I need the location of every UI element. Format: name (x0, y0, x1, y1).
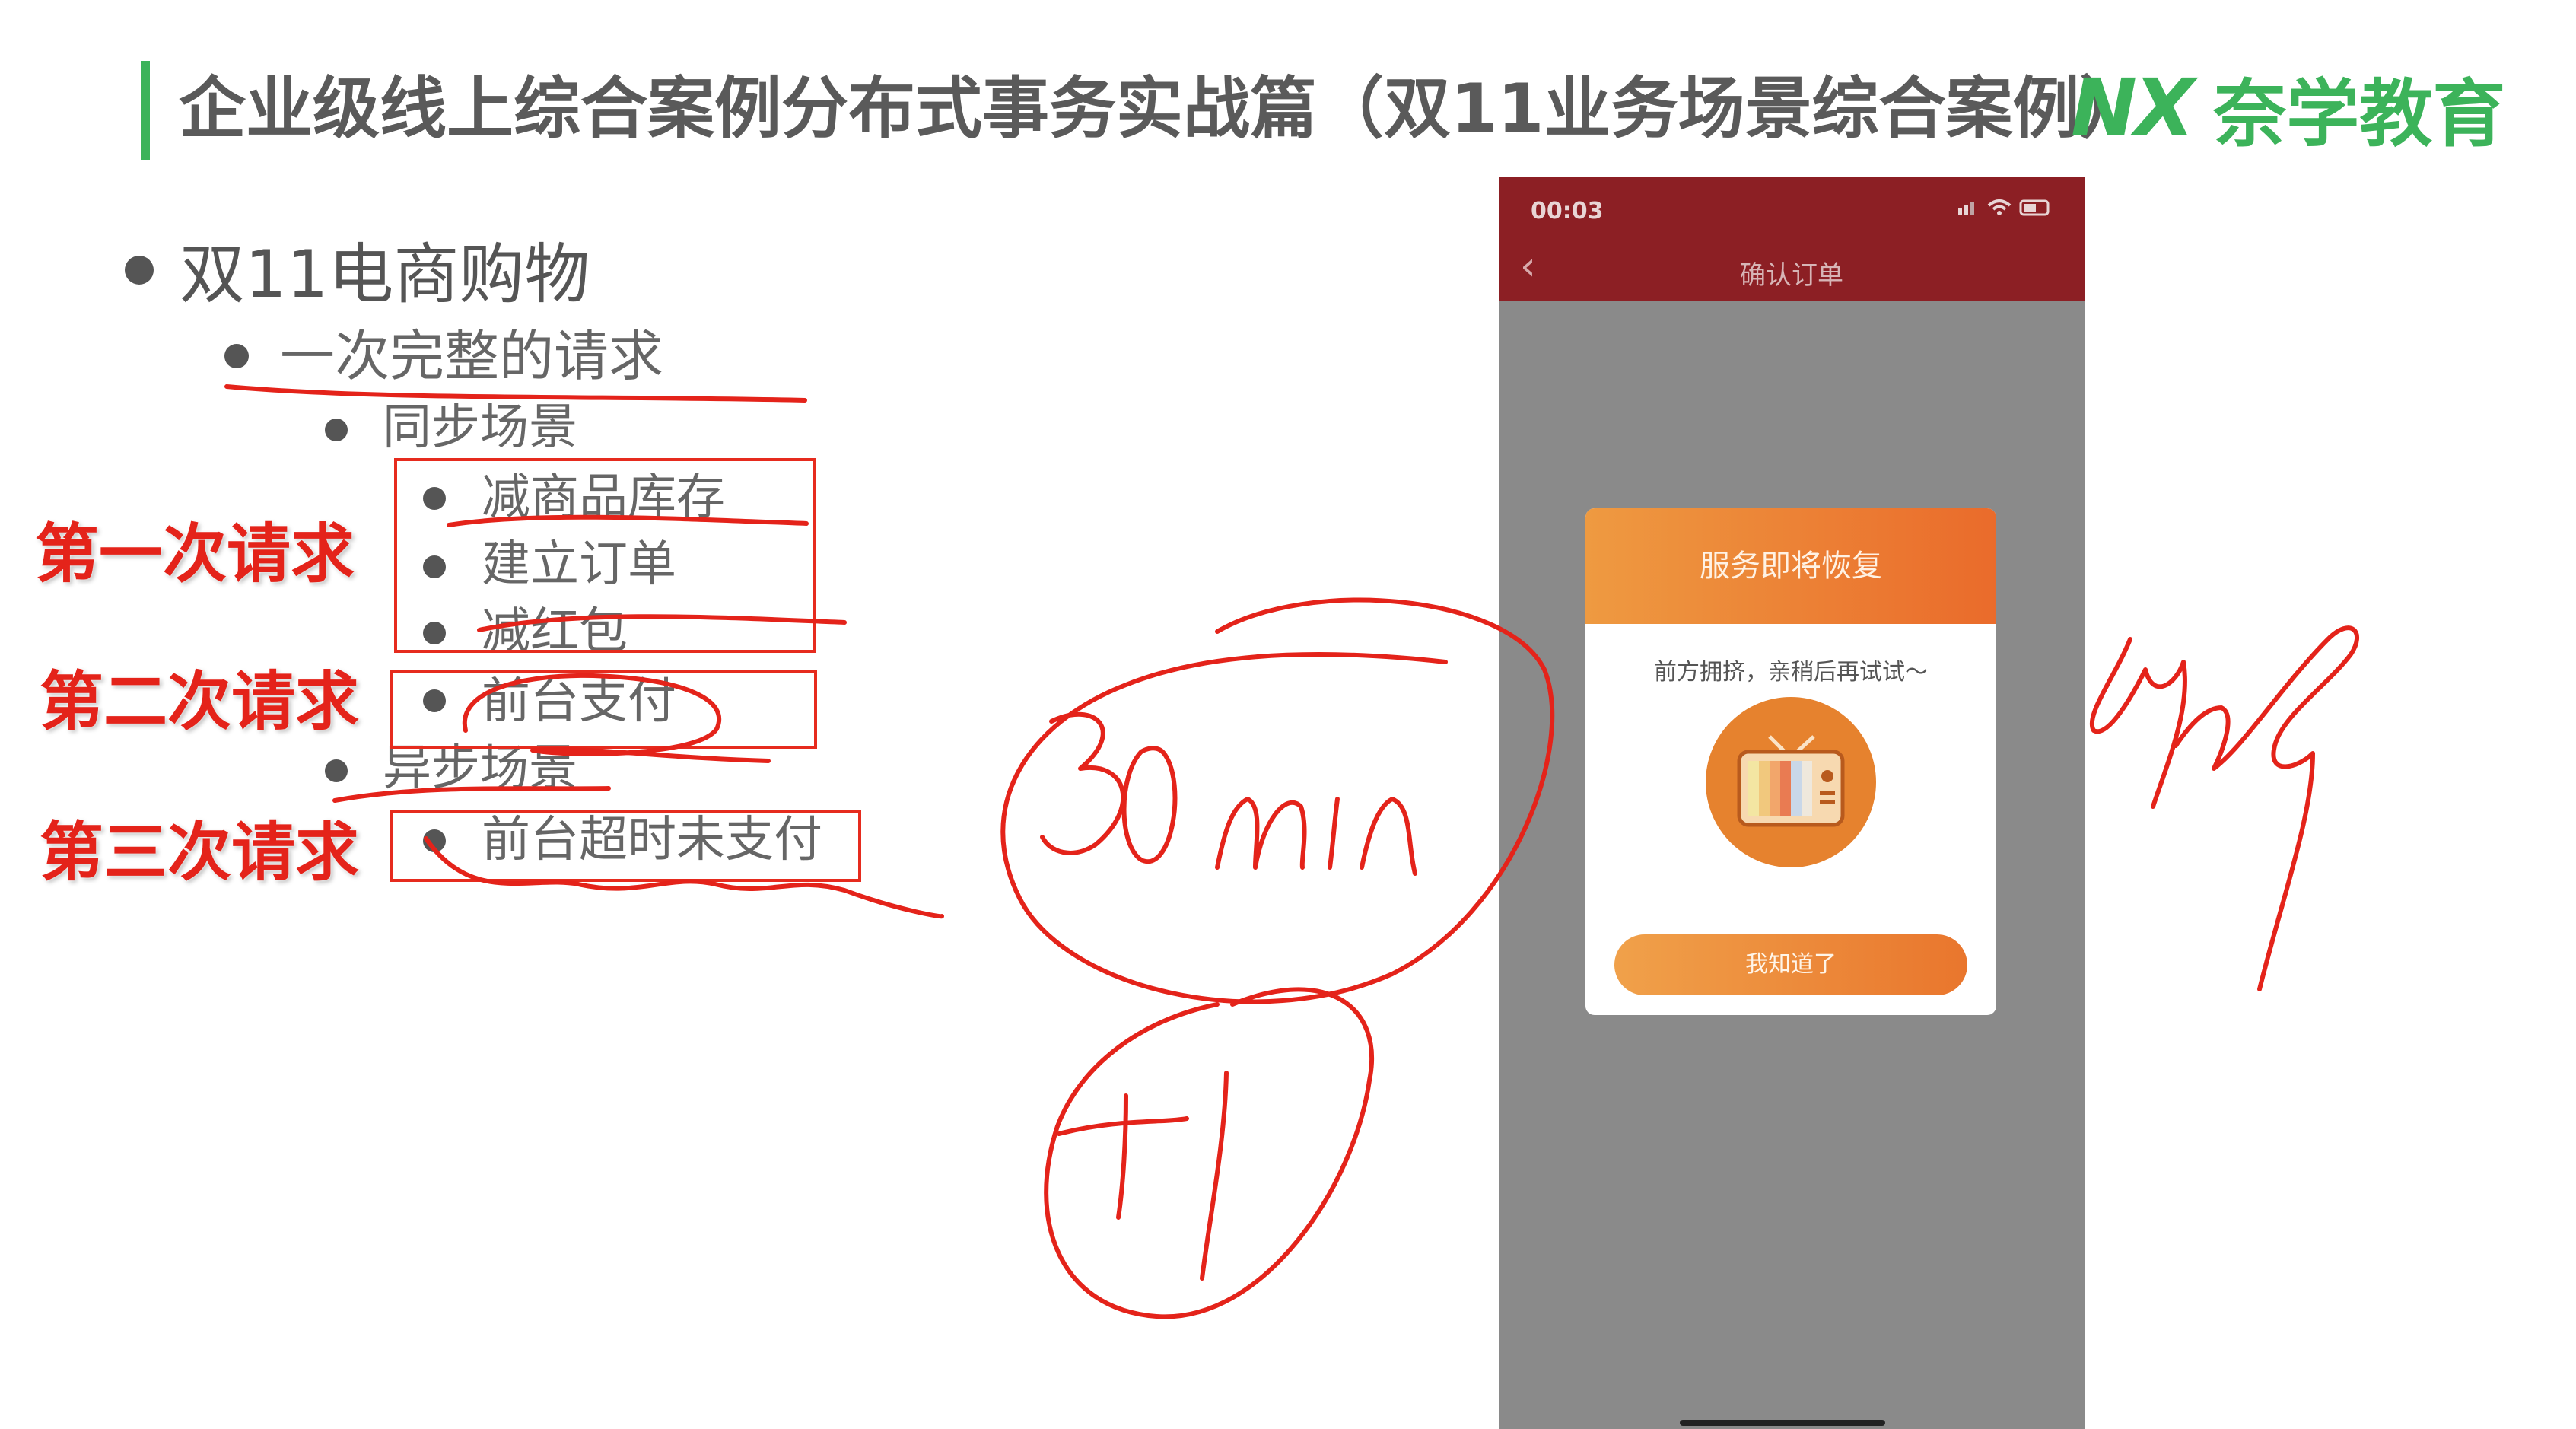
underline-request (224, 384, 807, 403)
letter-n (1360, 797, 1417, 876)
letter-i (1328, 797, 1340, 870)
underline-async (332, 786, 611, 803)
digit-3 (1040, 711, 1126, 855)
pay-circle (462, 673, 771, 763)
digit-1 (1200, 1071, 1229, 1281)
digit-0 (1121, 746, 1178, 864)
handwriting-annotations (224, 384, 2360, 1319)
underline-redpacket (477, 614, 847, 632)
wave-timeout (424, 836, 945, 919)
circle-plus-one (1044, 987, 1375, 1319)
letter-m (1215, 797, 1307, 870)
underline-stock (447, 514, 809, 527)
scribble-annotation (2090, 625, 2360, 991)
plus-sign (1057, 1093, 1189, 1220)
circle-30min (1000, 597, 1555, 1004)
